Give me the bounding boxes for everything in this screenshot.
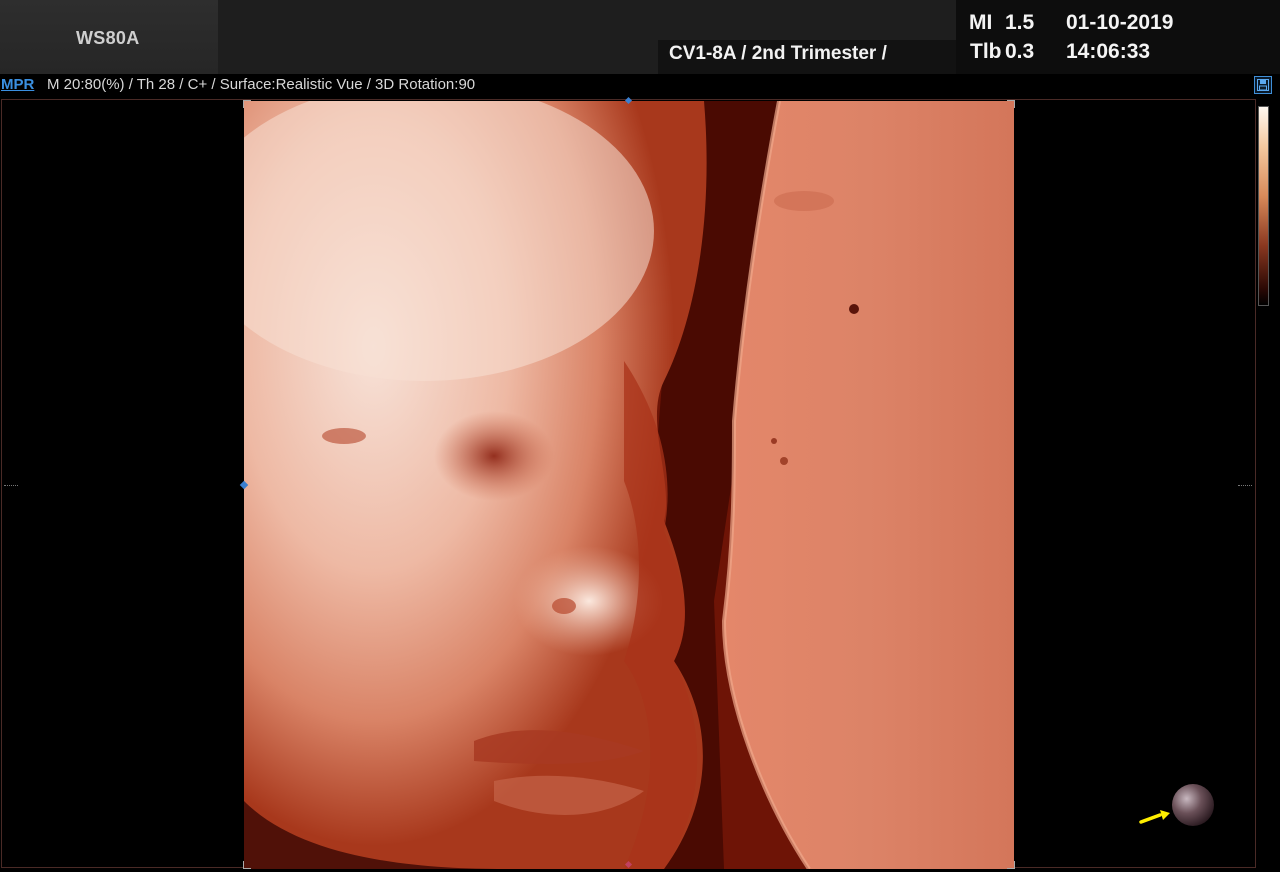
- mi-value: 1.5: [1005, 11, 1035, 34]
- color-map-bar: [1258, 106, 1269, 306]
- save-button[interactable]: [1254, 76, 1272, 94]
- orientation-indicator[interactable]: [1138, 782, 1218, 832]
- exam-date: 01-10-2019: [1066, 11, 1174, 34]
- save-icon: [1257, 79, 1269, 91]
- orientation-sphere-icon: [1139, 784, 1214, 826]
- left-center-tick: [4, 485, 18, 486]
- 3d-render-image[interactable]: [244, 101, 1014, 869]
- image-info-bar: MPR M 20:80(%) / Th 28 / C+ / Surface:Re…: [0, 74, 1280, 98]
- tib-value: 0.3: [1005, 40, 1035, 63]
- roi-corner-bottom-left: [243, 861, 251, 869]
- exam-time: 14:06:33: [1066, 40, 1151, 63]
- mi-label: MI: [969, 11, 993, 34]
- acoustic-info-panel: MI 1.5 Tlb 0.3 01-10-2019 14:06:33: [956, 0, 1280, 74]
- fetal-face-render: [244, 101, 1014, 869]
- preset-panel: CV1-8A / 2nd Trimester /: [658, 40, 958, 74]
- render-parameters: M 20:80(%) / Th 28 / C+ / Surface:Realis…: [47, 76, 476, 93]
- right-center-tick: [1238, 485, 1252, 486]
- probe-preset: CV1-8A / 2nd Trimester /: [669, 43, 887, 64]
- system-model-label: WS80A: [0, 0, 218, 74]
- roi-corner-top-right: [1007, 100, 1015, 108]
- tib-label: Tlb: [970, 40, 1002, 63]
- mpr-mode-tab[interactable]: MPR: [1, 76, 34, 93]
- roi-corner-bottom-right: [1007, 861, 1015, 869]
- roi-corner-top-left: [243, 100, 251, 108]
- model-name: WS80A: [76, 28, 140, 48]
